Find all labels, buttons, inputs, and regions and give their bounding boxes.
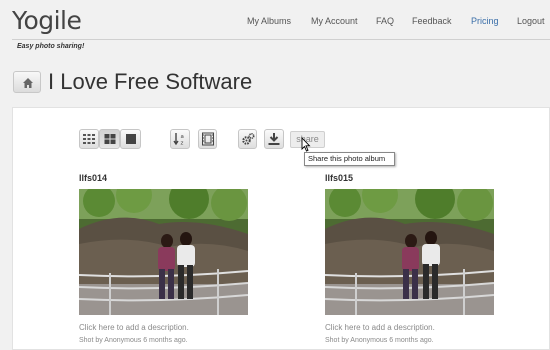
gears-icon: [241, 133, 254, 145]
description-placeholder[interactable]: Click here to add a description.: [325, 323, 435, 332]
album-photo[interactable]: [325, 189, 494, 315]
single-view-icon: [125, 134, 136, 144]
settings-button[interactable]: [238, 129, 257, 149]
slideshow-button[interactable]: [198, 129, 217, 149]
small-grid-view-button[interactable]: [79, 129, 99, 149]
small-grid-icon: [83, 134, 95, 144]
photo-credit: Shot by Anonymous 6 months ago.: [79, 337, 188, 344]
sort-az-icon: a z: [173, 133, 184, 147]
album-title[interactable]: llfs014: [79, 173, 107, 183]
photo-credit: Shot by Anonymous 6 months ago.: [325, 337, 434, 344]
medium-grid-icon: [104, 134, 115, 144]
tagline: Easy photo sharing!: [17, 43, 85, 50]
logo[interactable]: Yogile: [12, 6, 82, 35]
sort-button[interactable]: a z: [170, 129, 190, 149]
album-photo[interactable]: [79, 189, 248, 315]
film-icon: [201, 132, 214, 146]
single-view-button[interactable]: [120, 129, 141, 149]
nav-my-account[interactable]: My Account: [311, 16, 358, 26]
nav-faq[interactable]: FAQ: [376, 16, 394, 26]
medium-grid-view-button[interactable]: [99, 129, 120, 149]
download-button[interactable]: [264, 129, 284, 149]
mouse-pointer-icon: [301, 137, 311, 152]
photo-image: [79, 189, 248, 315]
album-title[interactable]: llfs015: [325, 173, 353, 183]
nav-logout[interactable]: Logout: [517, 16, 545, 26]
svg-text:z: z: [181, 141, 184, 147]
photo-image: [325, 189, 494, 315]
svg-text:a: a: [181, 134, 184, 140]
nav-pricing[interactable]: Pricing: [471, 16, 499, 26]
nav-feedback[interactable]: Feedback: [412, 16, 452, 26]
description-placeholder[interactable]: Click here to add a description.: [79, 323, 189, 332]
download-icon: [268, 133, 280, 145]
nav-my-albums[interactable]: My Albums: [247, 16, 291, 26]
home-icon: [23, 78, 33, 88]
header-divider: [12, 39, 550, 40]
page-title: I Love Free Software: [48, 69, 253, 94]
share-tooltip: Share this photo album: [304, 152, 395, 166]
header: Yogile My Albums My Account FAQ Feedback…: [0, 0, 550, 40]
home-button[interactable]: [13, 71, 41, 93]
